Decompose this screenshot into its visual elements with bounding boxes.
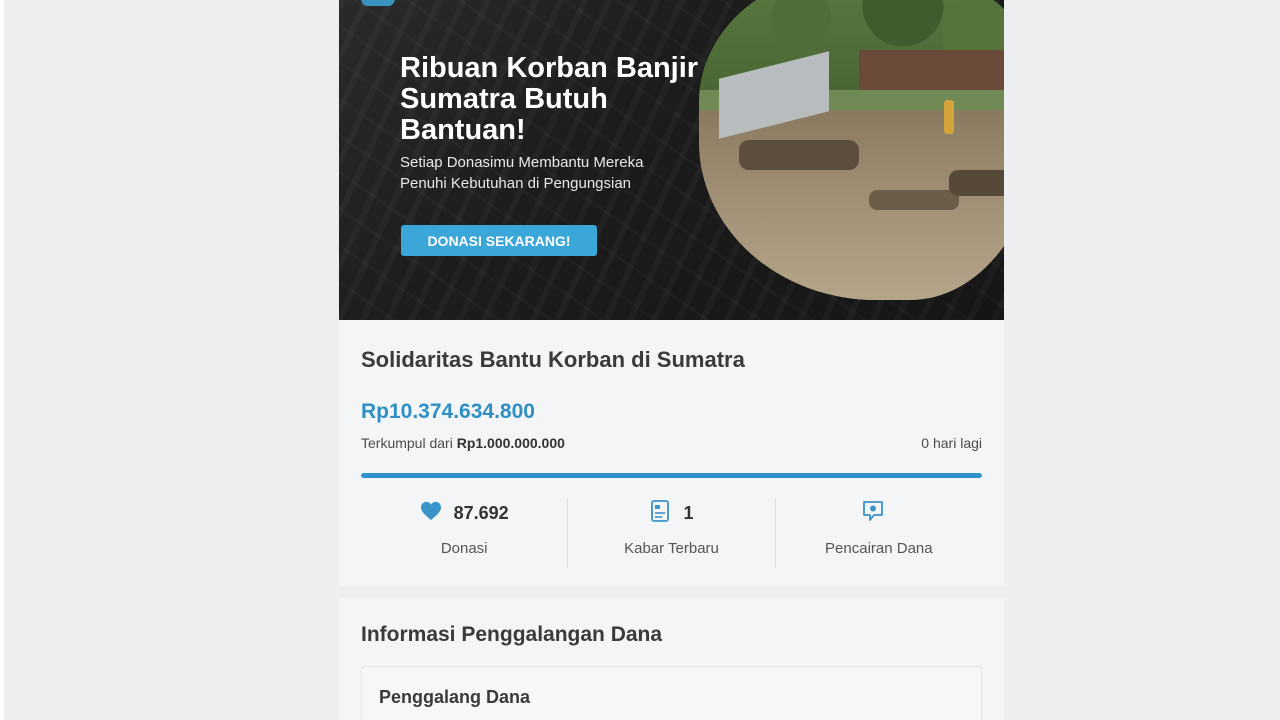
update-count: 1 (683, 502, 694, 523)
target-amount: Rp1.000.000.000 (456, 435, 565, 451)
stat-disbursement[interactable]: Pencairan Dana (774, 498, 982, 568)
fundraiser-card[interactable]: Penggalang Dana (361, 666, 982, 720)
campaign-banner[interactable]: Ribuan Korban Banjir Sumatra Butuh Bantu… (339, 0, 1004, 320)
collected-prefix: Terkumpul dari (361, 435, 453, 451)
stats-row: 87.692 Donasi 1 Kabar Terbaru Pencairan … (361, 498, 982, 568)
banner-title: Ribuan Korban Banjir Sumatra Butuh Bantu… (400, 52, 699, 146)
campaign-page: Ribuan Korban Banjir Sumatra Butuh Bantu… (339, 0, 1004, 720)
window-edge (0, 0, 4, 720)
money-chat-icon (861, 499, 885, 528)
donation-label: Donasi (440, 540, 488, 557)
progress-bar (361, 473, 982, 478)
collected-target-text: Terkumpul dari Rp1.000.000.000 (361, 435, 565, 451)
heart-icon (420, 501, 442, 526)
flood-photo (699, 0, 1004, 300)
disbursement-label: Pencairan Dana (825, 540, 933, 557)
days-left: 0 hari lagi (921, 435, 982, 451)
raised-amount: Rp10.374.634.800 (361, 400, 535, 423)
brand-logo-icon (361, 0, 395, 6)
donate-now-button[interactable]: DONASI SEKARANG! (401, 225, 597, 256)
fundraiser-title: Penggalang Dana (379, 687, 531, 707)
fundraising-info-card: Informasi Penggalangan Dana Penggalang D… (339, 598, 1004, 720)
campaign-title: Solidaritas Bantu Korban di Sumatra (361, 347, 745, 372)
banner-subtitle: Setiap Donasimu Membantu Mereka Penuhi K… (400, 154, 644, 192)
section-title: Informasi Penggalangan Dana (361, 623, 663, 646)
donation-count: 87.692 (453, 502, 509, 523)
campaign-summary-card: Solidaritas Bantu Korban di Sumatra Rp10… (339, 320, 1004, 586)
updates-label: Kabar Terbaru (624, 540, 719, 557)
document-icon (649, 499, 671, 528)
stat-updates[interactable]: 1 Kabar Terbaru (567, 498, 774, 568)
stat-donations[interactable]: 87.692 Donasi (361, 498, 567, 568)
progress-fill (361, 473, 982, 478)
